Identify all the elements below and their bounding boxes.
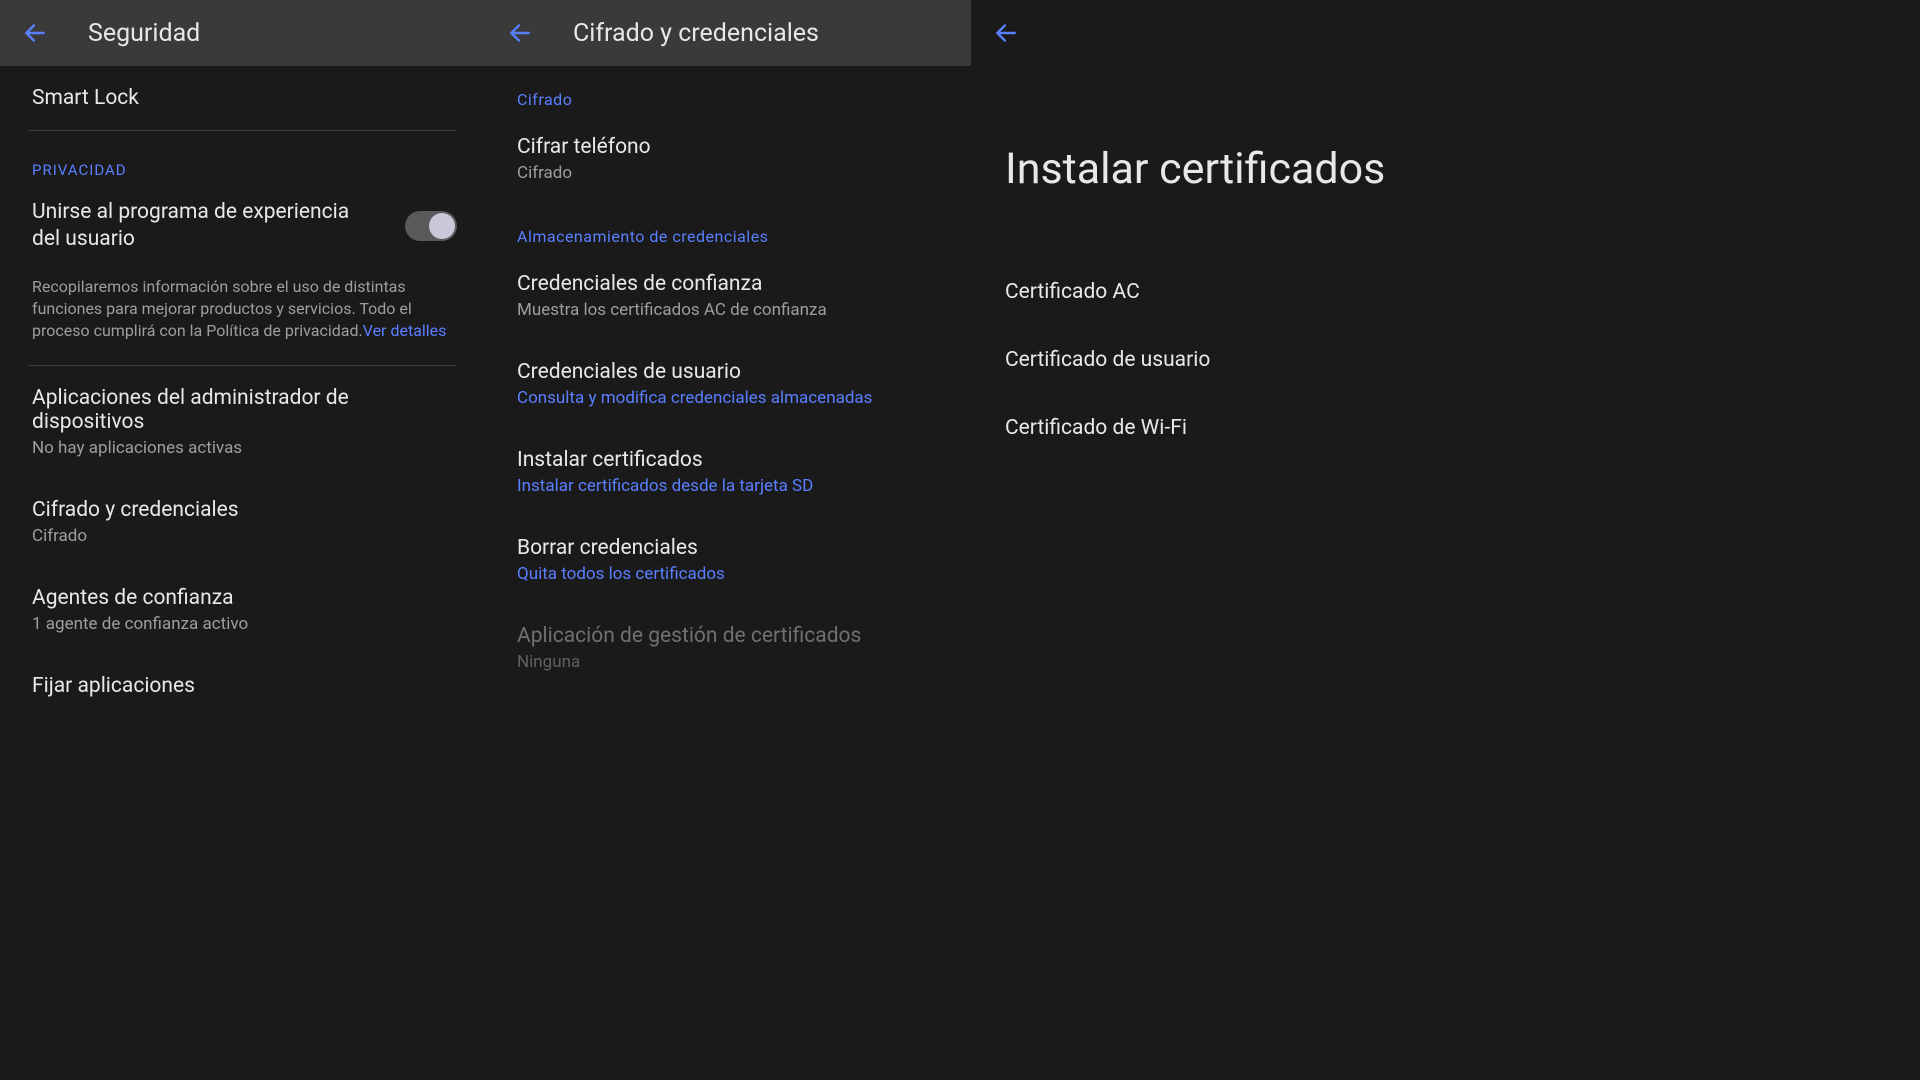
page-title: Seguridad [88,19,200,48]
header-bar-encryption: Cifrado y credenciales [485,0,971,66]
encryption-credentials-item[interactable]: Cifrado y credenciales Cifrado [0,478,485,566]
ca-certificate-item[interactable]: Certificado AC [971,258,1456,326]
encrypt-phone-item[interactable]: Cifrar teléfono Cifrado [485,115,971,203]
install-certificates-item[interactable]: Instalar certificados Instalar certifica… [485,428,971,516]
pin-apps-title: Fijar aplicaciones [32,674,453,698]
user-credentials-sub: Consulta y modifica credenciales almacen… [517,388,939,408]
device-admin-apps-item[interactable]: Aplicaciones del administrador de dispos… [0,366,485,478]
smart-lock-label: Smart Lock [32,86,453,110]
content-encryption: Cifrado Cifrar teléfono Cifrado Almacena… [485,66,971,816]
trust-agents-item[interactable]: Agentes de confianza 1 agente de confian… [0,566,485,654]
smart-lock-item[interactable]: Smart Lock [0,66,485,130]
clear-credentials-title: Borrar credenciales [517,536,939,560]
privacy-section-header: PRIVACIDAD [0,131,485,185]
back-arrow-icon[interactable] [507,20,533,46]
page-title: Cifrado y credenciales [573,19,819,48]
content-security: Smart Lock PRIVACIDAD Unirse al programa… [0,66,485,816]
pin-apps-item[interactable]: Fijar aplicaciones [0,654,485,704]
user-credentials-title: Credenciales de usuario [517,360,939,384]
user-credentials-item[interactable]: Credenciales de usuario Consulta y modif… [485,340,971,428]
back-arrow-icon[interactable] [993,20,1019,46]
clear-credentials-sub: Quita todos los certificados [517,564,939,584]
content-install-certs: Instalar certificados Certificado AC Cer… [971,66,1456,816]
ux-program-row: Unirse al programa de experiencia del us… [0,185,485,268]
header-bar-security: Seguridad [0,0,485,66]
encryption-credentials-sub: Cifrado [32,526,453,546]
device-admin-apps-title: Aplicaciones del administrador de dispos… [32,386,453,434]
trust-agents-sub: 1 agente de confianza activo [32,614,453,634]
encryption-section-header: Cifrado [485,66,971,115]
clear-credentials-item[interactable]: Borrar credenciales Quita todos los cert… [485,516,971,604]
cert-management-app-title: Aplicación de gestión de certificados [517,624,939,648]
user-certificate-item[interactable]: Certificado de usuario [971,326,1456,394]
header-bar-install-certs [971,0,1456,66]
trust-agents-title: Agentes de confianza [32,586,453,610]
cert-management-app-sub: Ninguna [517,652,939,672]
credential-storage-section-header: Almacenamiento de credenciales [485,203,971,252]
ux-desc-text: Recopilaremos información sobre el uso d… [32,277,412,341]
panel-install-certificates: Instalar certificados Certificado AC Cer… [971,0,1456,816]
device-admin-apps-sub: No hay aplicaciones activas [32,438,453,458]
install-certificates-title: Instalar certificados [517,448,939,472]
trusted-credentials-title: Credenciales de confianza [517,272,939,296]
install-certificates-sub: Instalar certificados desde la tarjeta S… [517,476,939,496]
toggle-knob [429,213,455,239]
cert-management-app-item: Aplicación de gestión de certificados Ni… [485,604,971,692]
back-arrow-icon[interactable] [22,20,48,46]
trusted-credentials-sub: Muestra los certificados AC de confianza [517,300,939,320]
wifi-certificate-item[interactable]: Certificado de Wi-Fi [971,394,1456,462]
encryption-credentials-title: Cifrado y credenciales [32,498,453,522]
encrypt-phone-title: Cifrar teléfono [517,135,939,159]
encrypt-phone-sub: Cifrado [517,163,939,183]
ux-program-label: Unirse al programa de experiencia del us… [32,199,372,254]
page-big-title: Instalar certificados [971,66,1456,258]
ux-program-toggle[interactable] [405,211,457,241]
trusted-credentials-item[interactable]: Credenciales de confianza Muestra los ce… [485,252,971,340]
ux-program-description: Recopilaremos información sobre el uso d… [0,268,485,365]
see-details-link[interactable]: Ver detalles [363,321,447,340]
panel-encryption-credentials: Cifrado y credenciales Cifrado Cifrar te… [485,0,971,816]
panel-security: Seguridad Smart Lock PRIVACIDAD Unirse a… [0,0,485,816]
